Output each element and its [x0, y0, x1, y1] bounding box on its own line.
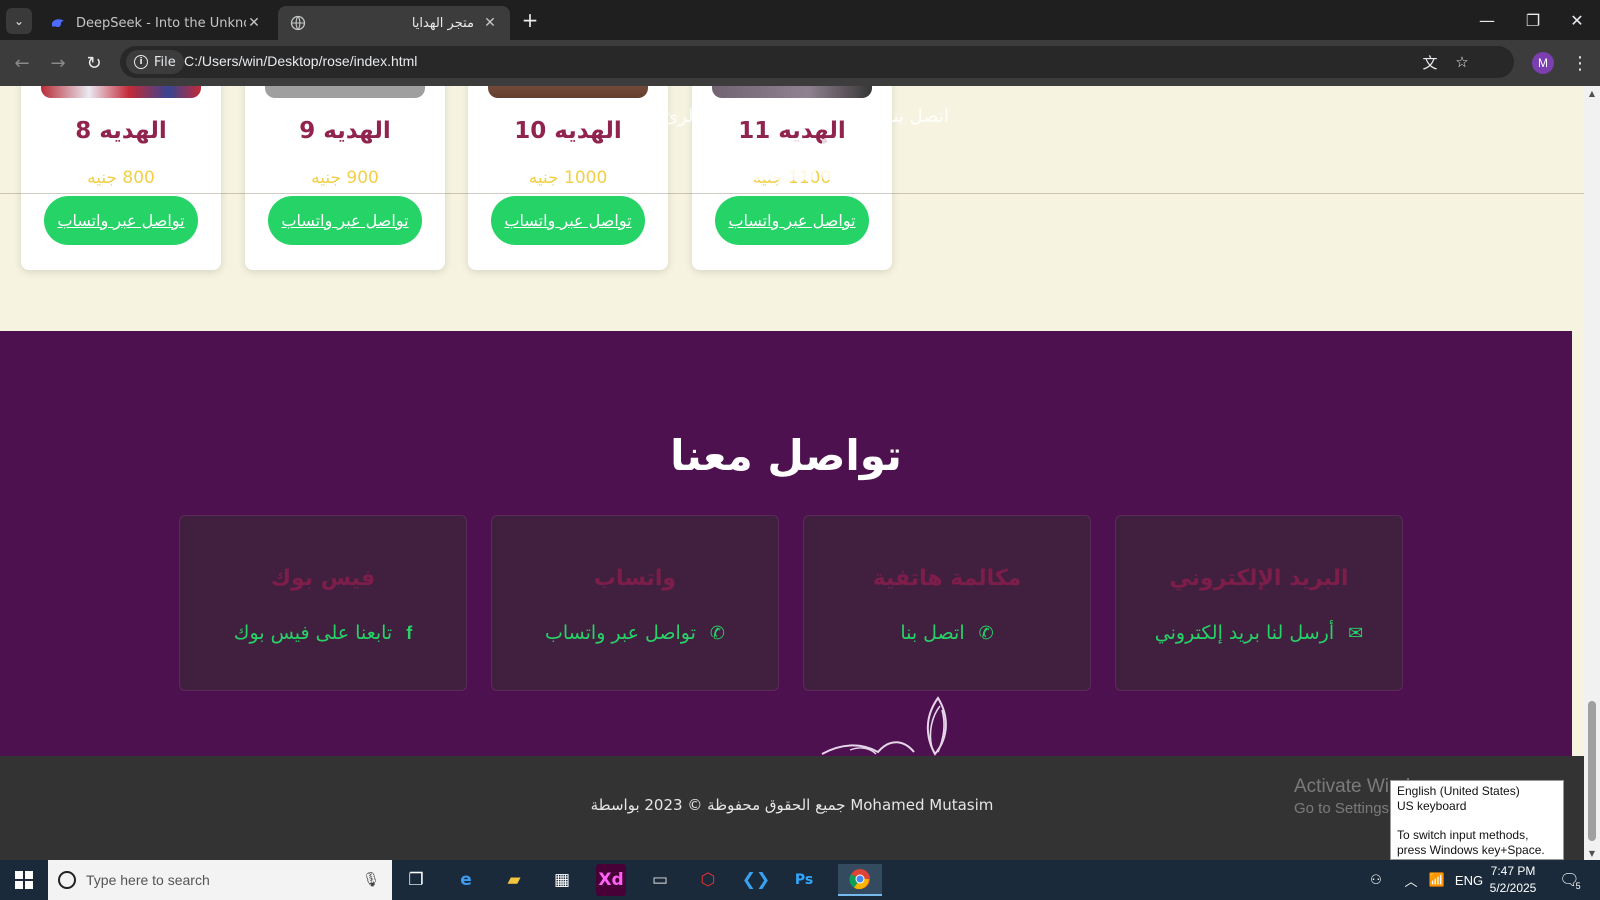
whatsapp-contact-button[interactable]: تواصل عبر واتساب [44, 196, 198, 245]
windows-logo-icon [15, 871, 33, 889]
back-button[interactable]: ← [10, 51, 34, 75]
envelope-icon: ✉ [1348, 622, 1364, 644]
tray-expand-icon[interactable]: ︿ [1400, 860, 1422, 900]
chrome-logo [849, 869, 870, 890]
store-icon[interactable]: ▦ [542, 864, 582, 896]
network-icon[interactable]: 📶 [1426, 860, 1448, 900]
globe-icon [290, 15, 306, 31]
deepseek-logo-icon [52, 19, 64, 28]
ghost-nav-home: الرئ [664, 106, 699, 127]
contact-card-phone: مكالمة هاتفية ✆ اتصل بنا [803, 515, 1091, 691]
windows-taskbar: Type here to search 🎙 ❐ e ▰ ▦ Xd ▭ ⬡ ❮❯ … [0, 860, 1600, 900]
browser-tab-strip: ⌄ DeepSeek - Into the Unknown ✕ متجر اله… [0, 0, 1600, 40]
info-icon: i [134, 55, 148, 69]
terminal-icon[interactable]: ▭ [640, 864, 680, 896]
address-bar[interactable]: i File C:/Users/win/Desktop/rose/index.h… [120, 46, 1514, 78]
contact-card-title: مكالمة هاتفية [872, 566, 1022, 591]
tab-title: متجر الهدايا [411, 15, 474, 31]
chrome-icon[interactable] [838, 864, 882, 896]
menu-kebab-icon[interactable]: ⋮ [1570, 51, 1590, 75]
rose-decoration-icon [821, 696, 947, 756]
minimize-button[interactable]: — [1464, 0, 1510, 40]
contact-link-label: اتصل بنا [900, 622, 965, 644]
translate-icon[interactable]: 文 [1420, 52, 1440, 72]
page-footer: جميع الحقوق محفوظة © 2023 بواسطة Mohamed… [0, 756, 1584, 860]
contact-card-whatsapp: واتساب ✆ تواصل عبر واتساب [491, 515, 779, 691]
clock-date: 5/2/2025 [1489, 881, 1537, 895]
whatsapp-contact-button[interactable]: تواصل عبر واتساب [715, 196, 869, 245]
phone-icon: ✆ [978, 622, 994, 644]
system-clock[interactable]: 7:47 PM 5/2/2025 [1478, 863, 1548, 897]
restore-button[interactable]: ❐ [1510, 0, 1556, 40]
start-button[interactable] [0, 860, 48, 900]
task-view-icon[interactable]: ❐ [396, 864, 436, 896]
reload-button[interactable]: ↻ [82, 51, 106, 75]
photoshop-icon[interactable]: Ps [784, 864, 824, 896]
chevron-down-icon: ⌄ [13, 14, 25, 28]
facebook-link[interactable]: f تابعنا على فيس بوك [180, 622, 466, 644]
email-link[interactable]: ✉ أرسل لنا بريد إلكتروني [1116, 622, 1402, 644]
site-info-chip[interactable]: i File [126, 50, 184, 74]
microphone-icon[interactable]: 🎙 [362, 872, 380, 888]
url-text[interactable]: C:/Users/win/Desktop/rose/index.html [184, 53, 417, 69]
contact-card-facebook: فيس بوك f تابعنا على فيس بوك [179, 515, 467, 691]
forward-button[interactable]: → [46, 51, 70, 75]
chip-label: File [154, 54, 176, 70]
tab-deepseek[interactable]: DeepSeek - Into the Unknown ✕ [38, 6, 274, 40]
clock-time: 7:47 PM [1490, 864, 1536, 878]
vscode-icon[interactable]: ❮❯ [736, 864, 776, 896]
contact-title: تواصل معنا [670, 431, 902, 480]
tooltip-keyboard: US keyboard [1397, 799, 1467, 813]
whatsapp-icon: ✆ [709, 622, 725, 644]
contact-section: تواصل معنا البريد الإلكتروني ✉ أرسل لنا … [0, 331, 1572, 756]
facebook-icon: f [406, 622, 413, 643]
page-scrollbar[interactable]: ▲ ▼ [1584, 86, 1600, 860]
contact-card-email: البريد الإلكتروني ✉ أرسل لنا بريد إلكترو… [1115, 515, 1403, 691]
contact-link-label: تواصل عبر واتساب [545, 622, 696, 644]
ghost-sticky-header: اتصل بنا الرئ [0, 86, 1584, 194]
notification-count: 5 [1575, 881, 1581, 891]
search-placeholder: Type here to search [86, 872, 210, 888]
ghost-box [822, 138, 864, 180]
notification-center-icon[interactable]: 🗨 5 [1556, 860, 1588, 900]
browser-toolbar: ← → ↻ i File C:/Users/win/Desktop/rose/i… [0, 40, 1600, 86]
people-icon[interactable]: ⚇ [1364, 860, 1388, 900]
phone-link[interactable]: ✆ اتصل بنا [804, 622, 1090, 644]
ghost-box [721, 138, 816, 180]
new-tab-button[interactable]: + [518, 8, 542, 32]
contact-card-title: فيس بوك [270, 566, 376, 591]
tooltip-language: English (United States) [1397, 784, 1520, 798]
close-window-button[interactable]: ✕ [1554, 0, 1600, 40]
edge-icon[interactable]: e [446, 864, 486, 896]
cortana-icon [58, 871, 76, 889]
whatsapp-contact-button[interactable]: تواصل عبر واتساب [491, 196, 645, 245]
contact-card-title: البريد الإلكتروني [1169, 566, 1349, 591]
scroll-up-icon[interactable]: ▲ [1584, 86, 1600, 100]
tab-close-icon[interactable]: ✕ [482, 15, 498, 31]
bookmark-star-icon[interactable]: ☆ [1452, 52, 1472, 72]
products-section: الهديه 8 800 جنيه تواصل عبر واتساب الهدي… [0, 86, 1584, 331]
tab-title: DeepSeek - Into the Unknown [76, 15, 246, 31]
profile-avatar[interactable]: M [1532, 52, 1554, 74]
tooltip-hint: To switch input methods, press Windows k… [1397, 828, 1545, 857]
tab-search-button[interactable]: ⌄ [6, 8, 32, 34]
whatsapp-contact-button[interactable]: تواصل عبر واتساب [268, 196, 422, 245]
whatsapp-link[interactable]: ✆ تواصل عبر واتساب [492, 622, 778, 644]
scroll-down-icon[interactable]: ▼ [1584, 846, 1600, 860]
input-method-tooltip: English (United States) US keyboard To s… [1390, 780, 1564, 860]
adobe-xd-icon[interactable]: Xd [596, 864, 626, 896]
tab-close-icon[interactable]: ✕ [246, 15, 262, 31]
antivirus-icon[interactable]: ⬡ [688, 864, 728, 896]
taskbar-search-box[interactable]: Type here to search 🎙 [48, 860, 392, 900]
ghost-nav-contact: اتصل بنا [888, 106, 949, 127]
contact-card-title: واتساب [593, 566, 677, 591]
contact-link-label: تابعنا على فيس بوك [233, 622, 393, 644]
contact-link-label: أرسل لنا بريد إلكتروني [1154, 622, 1335, 644]
tab-gift-store[interactable]: متجر الهدايا ✕ [278, 6, 510, 40]
scrollbar-thumb[interactable] [1588, 701, 1596, 841]
page-viewport: الهديه 8 800 جنيه تواصل عبر واتساب الهدي… [0, 86, 1584, 860]
file-explorer-icon[interactable]: ▰ [494, 864, 534, 896]
